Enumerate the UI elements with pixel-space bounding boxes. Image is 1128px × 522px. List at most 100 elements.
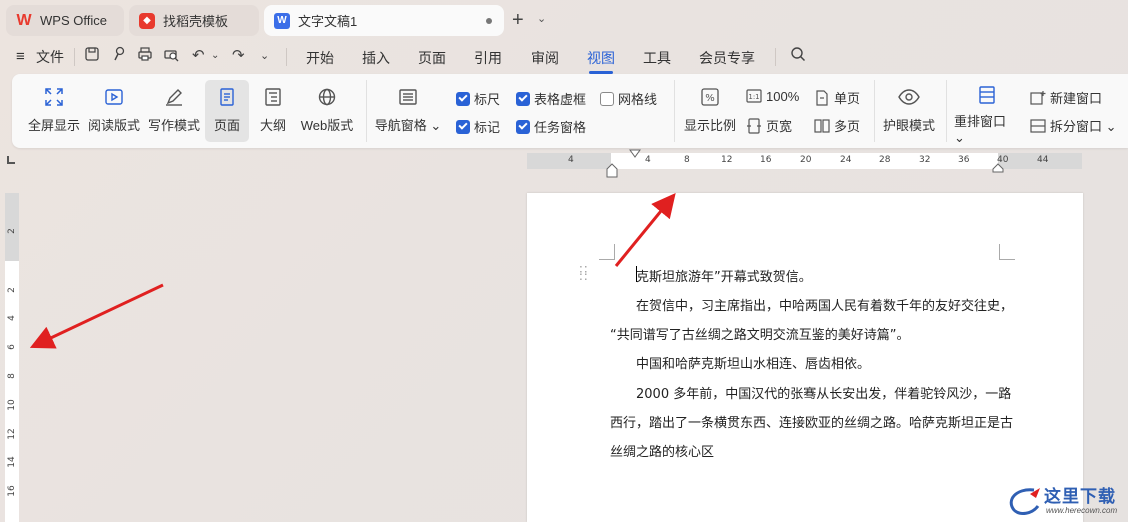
save-icon[interactable] — [84, 46, 100, 66]
ruler-tick-label: 12 — [7, 428, 17, 440]
web-layout-icon — [315, 85, 339, 109]
multi-page-icon — [814, 118, 830, 134]
chevron-down-icon[interactable]: ⌄ — [260, 49, 269, 62]
paragraph-line[interactable]: 2000 多年前，中国汉代的张骞从长安出发，伴着驼铃风沙，一路 — [636, 383, 1011, 402]
button-label: 全屏显示 — [27, 118, 80, 133]
document-page[interactable]: ⁚⁚ ⁚⁚ 克斯坦旅游年”开幕式致贺信。 在贺信中，习主席指出，中哈两国人民有着数… — [527, 193, 1083, 522]
table-gridlines-checkbox[interactable]: 表格虚框 — [516, 89, 586, 108]
single-page-button[interactable]: 单页 — [814, 88, 860, 107]
tab-wps-office[interactable]: W WPS Office — [6, 5, 124, 36]
drag-handle-icon[interactable]: ⁚⁚ ⁚⁚ — [579, 265, 589, 282]
arrange-window-button[interactable]: 重排窗口 ⌄ — [954, 80, 1020, 145]
tab-review[interactable]: 审阅 — [531, 48, 559, 68]
paragraph-line[interactable]: 丝绸之路的核心区 — [610, 441, 714, 460]
ruler-tick-label: 28 — [879, 155, 891, 165]
right-indent-marker[interactable] — [992, 163, 1004, 173]
nav-pane-icon — [396, 85, 420, 109]
file-menu[interactable]: 文件 — [36, 47, 64, 67]
checkbox-label: 任务窗格 — [534, 120, 587, 135]
ruler-text-area — [5, 261, 19, 522]
chevron-down-icon[interactable]: ⌄ — [211, 50, 219, 61]
outline-button[interactable]: 大纲 — [253, 80, 293, 142]
zoom-button[interactable]: % 显示比例 — [682, 80, 738, 142]
checkbox-checked-icon — [456, 119, 470, 134]
new-tab-plus-icon[interactable]: + — [512, 10, 524, 30]
print-icon[interactable] — [137, 46, 153, 66]
button-label: 阅读版式 — [87, 118, 140, 133]
page-width-button[interactable]: 页宽 — [746, 116, 792, 135]
nav-pane-button[interactable]: 导航窗格 ⌄ — [374, 80, 442, 142]
chevron-down-icon[interactable]: ⌄ — [537, 12, 546, 25]
tab-tools[interactable]: 工具 — [643, 48, 671, 68]
checkbox-label: 表格虚框 — [534, 92, 587, 107]
markup-checkbox[interactable]: 标记 — [456, 117, 500, 136]
ruler-tick-label: 8 — [7, 373, 17, 379]
eye-mode-button[interactable]: 护眼模式 — [880, 80, 938, 142]
site-watermark: 这里下载 www.herecown.com — [1000, 482, 1128, 522]
paragraph-line[interactable]: 西行，踏出了一条横贯东西、连接欧亚的丝绸之路。哈萨克斯坦正是古 — [610, 412, 1013, 431]
svg-text:1:1: 1:1 — [748, 93, 759, 101]
horizontal-ruler[interactable]: 4 4 8 12 16 20 24 28 32 36 40 44 — [527, 149, 1082, 178]
checkbox-checked-icon — [516, 119, 530, 134]
button-label: Web版式 — [300, 118, 354, 133]
zoom-100-button[interactable]: 1:1 100% — [746, 88, 799, 104]
tab-view[interactable]: 视图 — [587, 48, 615, 74]
button-label: 100% — [766, 88, 800, 104]
hanging-indent-marker[interactable] — [606, 163, 618, 179]
ruler-checkbox[interactable]: 标尺 — [456, 89, 500, 108]
multi-page-button[interactable]: 多页 — [814, 116, 860, 135]
margin-corner-mark — [999, 244, 1015, 260]
watermark-url: www.herecown.com — [1046, 506, 1118, 515]
checkbox-checked-icon — [516, 91, 530, 106]
checkbox-label: 网格线 — [618, 92, 658, 107]
button-label: 单页 — [834, 91, 861, 106]
arrange-window-icon — [975, 85, 999, 105]
unsaved-dot-icon[interactable] — [486, 17, 492, 24]
button-label: 新建窗口 — [1050, 91, 1103, 106]
ruler-tick-label: 12 — [721, 155, 733, 165]
first-line-indent-marker[interactable] — [629, 149, 641, 159]
tab-member[interactable]: 会员专享 — [699, 48, 755, 68]
write-mode-button[interactable]: 写作模式 — [146, 80, 202, 142]
tab-home[interactable]: 开始 — [306, 48, 334, 68]
gridlines-checkbox[interactable]: 网格线 — [600, 89, 657, 108]
checkbox-label: 标记 — [474, 120, 501, 135]
tab-insert[interactable]: 插入 — [362, 48, 390, 68]
print-preview-icon[interactable] — [163, 46, 179, 66]
undo-icon[interactable]: ↶ — [192, 46, 205, 64]
tab-page[interactable]: 页面 — [418, 48, 446, 68]
checkbox-label: 标尺 — [474, 92, 501, 107]
button-label: 大纲 — [259, 118, 286, 133]
divider — [946, 80, 947, 142]
page-view-button[interactable]: 页面 — [205, 80, 249, 142]
web-layout-button[interactable]: Web版式 — [298, 80, 356, 142]
paragraph-line[interactable]: 中国和哈萨克斯坦山水相连、唇齿相依。 — [636, 353, 870, 372]
ruler-tick-label: 2 — [7, 228, 17, 234]
redo-icon[interactable]: ↷ — [232, 46, 245, 64]
divider — [674, 80, 675, 142]
search-icon[interactable] — [790, 46, 806, 66]
split-window-button[interactable]: 拆分窗口 ⌄ — [1030, 116, 1117, 135]
new-window-icon — [1030, 90, 1046, 106]
task-pane-checkbox[interactable]: 任务窗格 — [516, 117, 586, 136]
button-label: 导航窗格 ⌄ — [374, 118, 442, 133]
tab-docer-templates[interactable]: ◆ 找稻壳模板 — [129, 5, 259, 36]
paragraph-line[interactable]: “共同谱写了古丝绸之路文明交流互鉴的美好诗篇”。 — [610, 324, 909, 343]
tab-document[interactable]: W 文字文稿1 — [264, 5, 504, 36]
new-window-button[interactable]: 新建窗口 — [1030, 88, 1102, 107]
paragraph-line[interactable]: 在贺信中，习主席指出，中哈两国人民有着数千年的友好交往史， — [636, 295, 1013, 314]
checkbox-checked-icon — [456, 91, 470, 106]
tab-stop-selector[interactable] — [7, 156, 15, 164]
tab-references[interactable]: 引用 — [474, 48, 502, 68]
split-window-icon — [1030, 118, 1046, 134]
read-mode-button[interactable]: 阅读版式 — [86, 80, 142, 142]
paragraph-line[interactable]: 克斯坦旅游年”开幕式致贺信。 — [636, 266, 812, 285]
fullscreen-button[interactable]: 全屏显示 — [26, 80, 82, 142]
ruler-tick-label: 6 — [7, 344, 17, 350]
hamburger-icon[interactable]: ≡ — [16, 48, 25, 65]
vertical-ruler[interactable]: 2 2 4 6 8 10 12 14 16 — [5, 193, 19, 522]
button-label: 多页 — [834, 119, 861, 134]
outline-icon — [261, 85, 285, 109]
tab-label: 找稻壳模板 — [163, 14, 229, 29]
format-painter-icon[interactable] — [111, 46, 127, 66]
